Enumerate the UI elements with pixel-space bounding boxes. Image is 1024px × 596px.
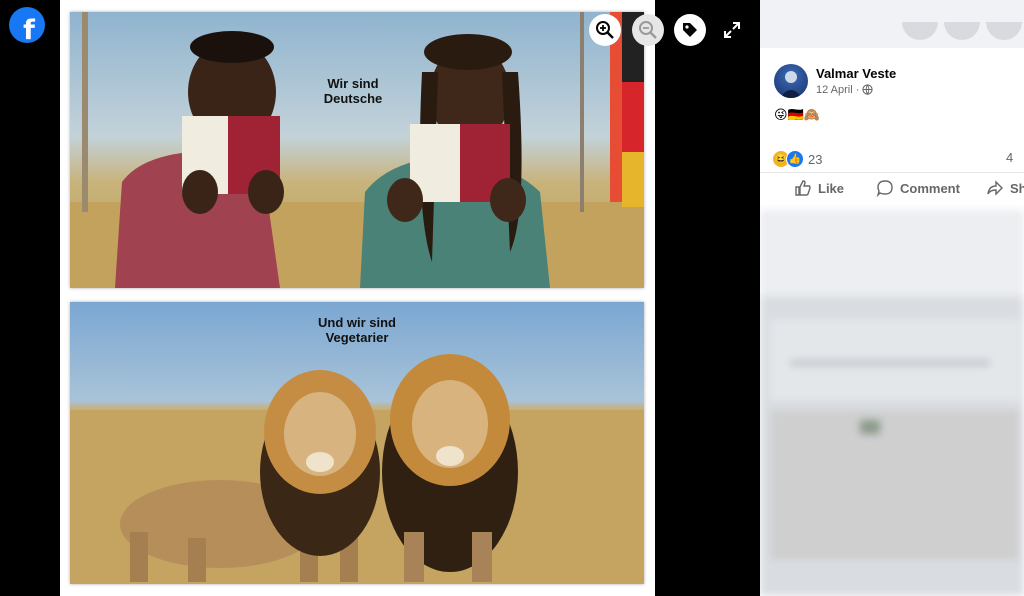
facebook-logo-icon[interactable]: f: [9, 7, 45, 43]
post-text: 😜🇩🇪🙈: [774, 108, 820, 123]
top-bar: [760, 0, 1024, 48]
zoom-out-icon[interactable]: [632, 14, 664, 46]
post-actions: Like Comment Sh: [760, 172, 1024, 205]
bottom-caption-line1: Und wir sind: [318, 315, 396, 330]
fullscreen-icon[interactable]: [722, 20, 742, 40]
like-reaction-icon: 👍: [786, 150, 804, 168]
top-bar-button[interactable]: [902, 22, 938, 40]
bottom-caption-line2: Vegetarier: [325, 330, 389, 345]
reactions-summary[interactable]: 😆 👍 23: [772, 150, 822, 168]
post-date-row: 12 April ·: [816, 84, 874, 98]
comment-label: Comment: [900, 180, 960, 196]
avatar[interactable]: [774, 64, 808, 98]
passport-illustration: [70, 12, 644, 288]
blurred-content: [760, 210, 1024, 596]
bottom-caption: Und wir sind Vegetarier: [308, 315, 406, 345]
zoom-in-icon[interactable]: [589, 14, 621, 46]
facebook-logo-letter: f: [23, 15, 35, 43]
photo-viewer: Wir sind Deutsche Und wir sind Vegetarie…: [60, 0, 655, 596]
top-caption-line1: Wir sind: [327, 76, 379, 91]
comment-count[interactable]: 4: [1006, 150, 1013, 165]
top-caption-line2: Deutsche: [323, 91, 383, 106]
top-bar-button[interactable]: [986, 22, 1022, 40]
share-label: Sh: [1010, 180, 1024, 196]
reaction-count: 23: [808, 151, 823, 167]
share-button[interactable]: Sh: [986, 179, 1024, 197]
photo-panel-top: Wir sind Deutsche: [70, 12, 644, 288]
photo-panel-bottom: Und wir sind Vegetarier: [70, 302, 644, 584]
post-date[interactable]: 12 April ·: [816, 84, 862, 96]
like-label: Like: [818, 180, 845, 196]
like-button[interactable]: Like: [794, 179, 844, 197]
globe-icon: [862, 84, 874, 98]
top-bar-button[interactable]: [944, 22, 980, 40]
post-author[interactable]: Valmar Veste: [816, 66, 896, 81]
tag-icon[interactable]: [674, 14, 706, 46]
post-sidebar: Valmar Veste 12 April · 😜🇩🇪🙈 😆 👍 23 4 Li…: [760, 0, 1024, 596]
comment-button[interactable]: Comment: [876, 179, 960, 197]
thumbs-up-icon: [795, 180, 811, 196]
top-caption: Wir sind Deutsche: [314, 76, 392, 106]
comment-icon: [876, 180, 893, 197]
share-icon: [987, 180, 1003, 196]
